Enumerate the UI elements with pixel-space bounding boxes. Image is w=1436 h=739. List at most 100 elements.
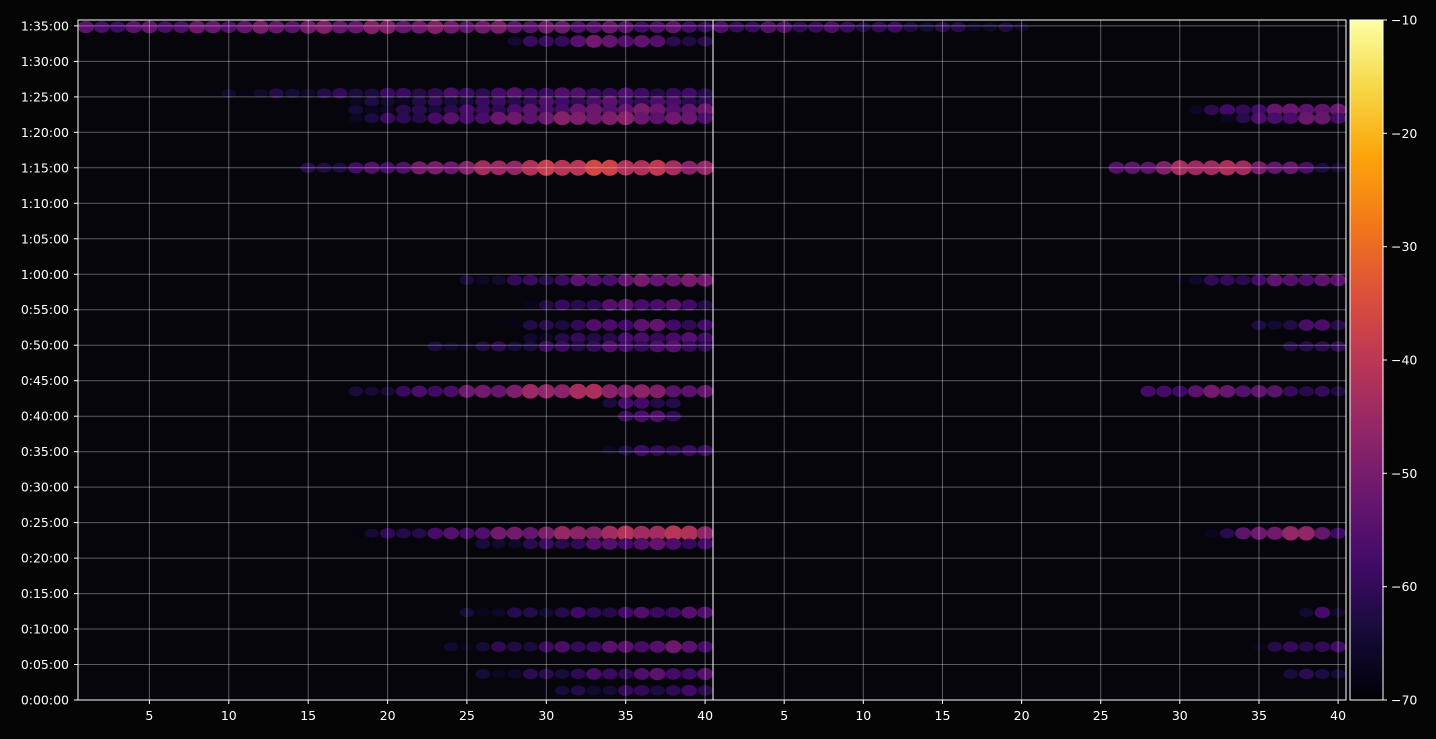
heatmap-cell xyxy=(681,21,697,33)
y-tick-label: 0:20:00 xyxy=(21,551,69,566)
heatmap-cell xyxy=(475,642,491,652)
heatmap-cell xyxy=(570,21,586,33)
heatmap-cell xyxy=(601,319,618,331)
heatmap-cell xyxy=(681,36,697,47)
heatmap-cell xyxy=(1283,341,1299,352)
heatmap-cell xyxy=(665,20,682,34)
heatmap-cell xyxy=(521,384,540,399)
heatmap-cell xyxy=(982,22,998,32)
heatmap-cell xyxy=(522,21,539,34)
heatmap-cell xyxy=(490,526,508,540)
heatmap-cell xyxy=(1314,606,1331,619)
heatmap-cell xyxy=(204,20,222,34)
heatmap-cell xyxy=(633,668,650,680)
heatmap-cell xyxy=(601,35,618,48)
heatmap-cell xyxy=(649,273,666,287)
heatmap-cell xyxy=(1235,275,1251,286)
heatmap-cell xyxy=(665,319,682,331)
heatmap-cell xyxy=(681,340,697,352)
y-tick-label: 0:45:00 xyxy=(21,373,69,388)
heatmap-cell xyxy=(665,273,682,287)
heatmap-cell xyxy=(554,685,570,696)
heatmap-cell xyxy=(1267,641,1283,652)
heatmap-cell xyxy=(602,685,618,696)
heatmap-cell xyxy=(729,21,745,33)
heatmap-cell xyxy=(950,22,966,33)
heatmap-cell xyxy=(1266,526,1284,540)
heatmap-cell xyxy=(633,111,650,125)
heatmap-cell xyxy=(633,273,650,287)
heatmap-cell xyxy=(522,527,539,540)
y-tick-label: 1:15:00 xyxy=(21,160,69,175)
heatmap-cell xyxy=(522,274,539,286)
x-tick-label: 25 xyxy=(1093,708,1109,723)
heatmap-cell xyxy=(1266,274,1283,287)
heatmap-cell xyxy=(475,275,491,285)
heatmap-cell xyxy=(1156,385,1172,397)
heatmap-cell xyxy=(554,20,571,34)
heatmap-cell xyxy=(569,111,587,125)
heatmap-cell xyxy=(665,111,682,125)
heatmap-cell xyxy=(570,341,586,352)
heatmap-cell xyxy=(839,21,856,33)
x-tick-label: 10 xyxy=(221,708,237,723)
heatmap-cell xyxy=(443,385,459,397)
heatmap-cell xyxy=(681,299,697,311)
heatmap-cell xyxy=(490,20,508,34)
heatmap-cell xyxy=(1298,319,1315,331)
heatmap-cell xyxy=(966,22,982,32)
heatmap-cell xyxy=(237,89,252,98)
heatmap-cell xyxy=(1187,385,1204,398)
heatmap-cell xyxy=(570,668,586,680)
heatmap-cell xyxy=(1314,111,1331,125)
heatmap-cell xyxy=(491,608,507,617)
heatmap-cell xyxy=(649,398,665,409)
heatmap-cell xyxy=(1298,111,1315,125)
heatmap-cell xyxy=(157,21,174,33)
x-tick-label: 35 xyxy=(1251,708,1267,723)
heatmap-cell xyxy=(268,20,285,34)
heatmap-cell xyxy=(1188,105,1203,115)
heatmap-cell xyxy=(475,669,491,679)
heatmap-cell xyxy=(681,684,697,697)
heatmap-cell xyxy=(681,640,698,653)
heatmap-cell xyxy=(523,341,538,352)
heatmap-cell xyxy=(506,384,523,398)
y-tick-label: 0:15:00 xyxy=(21,586,69,601)
heatmap-cell xyxy=(1266,385,1283,398)
heatmap-cell xyxy=(554,669,570,679)
heatmap-cell xyxy=(1188,275,1203,285)
heatmap-cell xyxy=(553,384,571,399)
heatmap-cell xyxy=(649,607,666,618)
heatmap-cell xyxy=(649,299,666,311)
heatmap-cell xyxy=(427,341,443,352)
heatmap-cell xyxy=(411,20,428,34)
heatmap-cell xyxy=(523,333,538,343)
heatmap-cell xyxy=(1282,274,1299,287)
heatmap-cell xyxy=(585,274,602,287)
heatmap-cell xyxy=(554,538,570,550)
heatmap-cell xyxy=(554,320,570,330)
heatmap-cell xyxy=(601,538,618,550)
x-tick-label: 20 xyxy=(380,708,396,723)
colorbar-tick-label: −40 xyxy=(1391,353,1417,368)
heatmap-cell xyxy=(633,538,650,550)
heatmap-cell xyxy=(649,21,666,33)
heatmap-cell xyxy=(601,20,618,34)
y-tick-label: 0:55:00 xyxy=(21,302,69,317)
heatmap-cell xyxy=(649,35,666,48)
plot-background xyxy=(78,20,1346,700)
heatmap-cell xyxy=(491,275,507,285)
y-tick-label: 1:20:00 xyxy=(21,125,69,140)
heatmap-cell xyxy=(602,398,618,409)
heatmap-cell xyxy=(490,111,507,125)
heatmap-cell xyxy=(395,113,411,124)
heatmap-cell xyxy=(649,640,666,653)
heatmap-cell xyxy=(506,274,523,286)
heatmap-cell xyxy=(1235,527,1252,540)
heatmap-cell xyxy=(523,300,538,310)
heatmap-cell xyxy=(522,112,539,125)
heatmap-cell xyxy=(411,528,427,539)
heatmap-cell xyxy=(681,606,698,619)
heatmap-cell xyxy=(569,383,587,399)
